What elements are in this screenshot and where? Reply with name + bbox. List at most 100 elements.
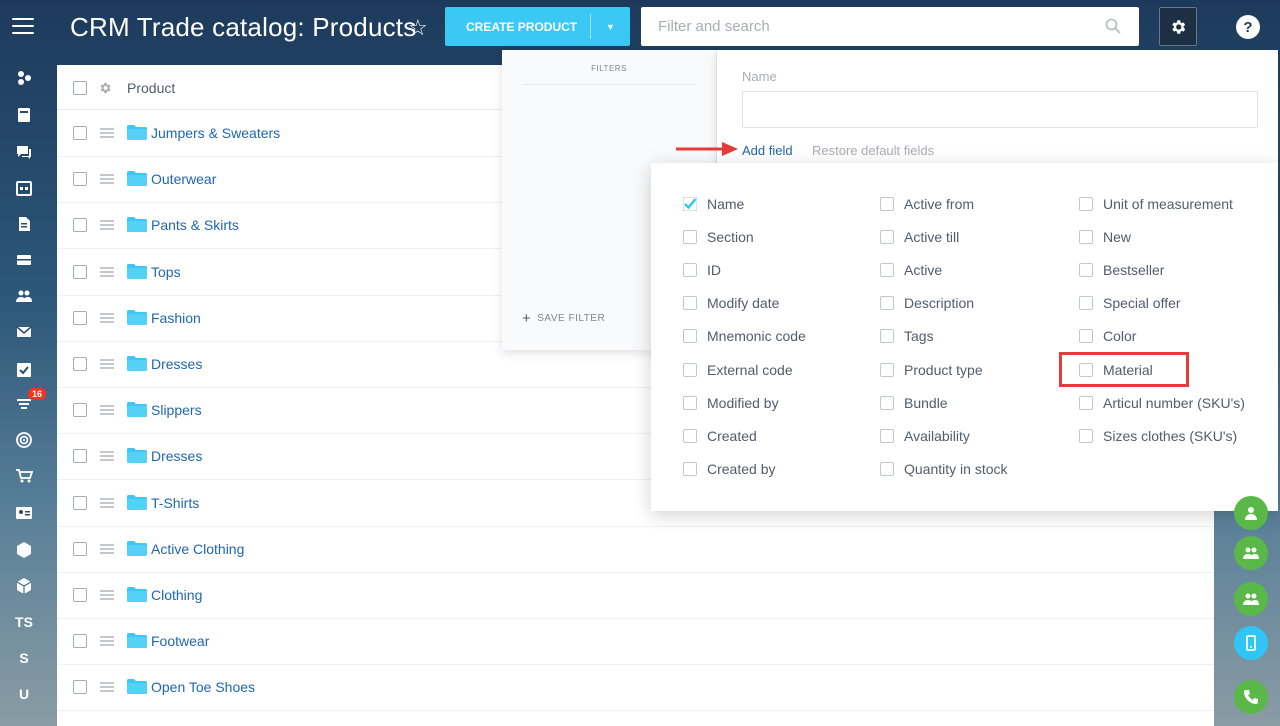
- drag-handle-icon[interactable]: [100, 405, 114, 416]
- create-product-button[interactable]: CREATE PRODUCT ▼: [445, 7, 630, 46]
- search-input[interactable]: [641, 7, 1081, 46]
- field-option-modified-by[interactable]: Modified by: [683, 393, 779, 413]
- row-checkbox[interactable]: [73, 541, 87, 556]
- field-option-created[interactable]: Created: [683, 426, 757, 446]
- checkbox[interactable]: [683, 461, 697, 476]
- checkbox[interactable]: [880, 263, 894, 278]
- field-option-bestseller[interactable]: Bestseller: [1079, 260, 1164, 280]
- nav-documents-icon[interactable]: [0, 206, 48, 242]
- nav-calendar-icon[interactable]: [0, 170, 48, 206]
- drag-handle-icon[interactable]: [100, 543, 114, 554]
- row-checkbox[interactable]: [73, 357, 87, 371]
- team-icon[interactable]: [1234, 582, 1268, 616]
- drag-handle-icon[interactable]: [100, 636, 114, 647]
- help-icon[interactable]: ?: [1236, 15, 1260, 39]
- checkbox[interactable]: [683, 296, 697, 311]
- field-option-id[interactable]: ID: [683, 260, 721, 280]
- field-option-section[interactable]: Section: [683, 227, 754, 247]
- drag-handle-icon[interactable]: [100, 359, 114, 369]
- phone-icon[interactable]: [1234, 680, 1268, 714]
- product-name-link[interactable]: Footwear: [151, 633, 209, 649]
- product-name-link[interactable]: T-Shirts: [151, 495, 199, 511]
- settings-button[interactable]: [1159, 7, 1197, 46]
- menu-icon[interactable]: [12, 18, 34, 36]
- checkbox[interactable]: [880, 230, 894, 245]
- nav-mail-icon[interactable]: [0, 314, 48, 350]
- checkbox[interactable]: [683, 428, 697, 443]
- nav-chat-icon[interactable]: [0, 134, 48, 170]
- nav-item-s[interactable]: S: [0, 640, 48, 676]
- group-chat-icon[interactable]: [1234, 536, 1268, 570]
- field-option-quantity-in-stock[interactable]: Quantity in stock: [880, 459, 1008, 479]
- contact-icon[interactable]: [1234, 496, 1268, 530]
- drag-handle-icon[interactable]: [100, 266, 114, 277]
- drag-handle-icon[interactable]: [100, 128, 114, 138]
- row-checkbox[interactable]: [73, 264, 87, 279]
- product-name-link[interactable]: Dresses: [151, 448, 202, 464]
- product-name-link[interactable]: Outerwear: [151, 171, 216, 187]
- nav-crm-icon[interactable]: 16: [0, 386, 48, 422]
- field-option-name[interactable]: Name: [682, 194, 744, 214]
- drag-handle-icon[interactable]: [100, 590, 114, 600]
- nav-item-ts[interactable]: TS: [0, 604, 48, 640]
- nav-shop-icon[interactable]: [0, 458, 48, 494]
- field-option-modify-date[interactable]: Modify date: [683, 293, 779, 313]
- checkbox[interactable]: [1079, 296, 1093, 311]
- column-settings-icon[interactable]: [98, 81, 112, 95]
- nav-item-u[interactable]: U: [0, 676, 48, 712]
- row-checkbox[interactable]: [73, 449, 87, 464]
- nav-box-icon[interactable]: [0, 532, 48, 568]
- field-option-active[interactable]: Active: [880, 260, 942, 280]
- drag-handle-icon[interactable]: [100, 312, 114, 323]
- checkbox[interactable]: [683, 230, 697, 245]
- row-checkbox[interactable]: [73, 403, 87, 418]
- nav-feed-icon[interactable]: [0, 60, 48, 96]
- nav-target-icon[interactable]: [0, 422, 48, 458]
- field-option-active-from[interactable]: Active from: [880, 194, 974, 214]
- name-field[interactable]: [742, 91, 1258, 128]
- product-name-link[interactable]: Pants & Skirts: [151, 217, 239, 233]
- checkbox[interactable]: [880, 362, 894, 377]
- drag-handle-icon[interactable]: [100, 497, 114, 508]
- row-checkbox[interactable]: [73, 126, 87, 140]
- field-option-tags[interactable]: Tags: [880, 326, 934, 346]
- field-option-articul-number-sku-s[interactable]: Articul number (SKU's): [1079, 393, 1245, 413]
- chevron-down-icon[interactable]: ▼: [591, 22, 630, 32]
- checkbox-checked-icon[interactable]: [682, 196, 698, 212]
- drag-handle-icon[interactable]: [100, 682, 114, 693]
- checkbox[interactable]: [683, 362, 697, 377]
- row-checkbox[interactable]: [73, 634, 87, 649]
- product-name-link[interactable]: Jumpers & Sweaters: [151, 125, 280, 141]
- nav-contact-card-icon[interactable]: [0, 495, 48, 531]
- checkbox[interactable]: [880, 197, 894, 211]
- drag-handle-icon[interactable]: [100, 174, 114, 185]
- checkbox[interactable]: [880, 461, 894, 476]
- field-option-sizes-clothes-sku-s[interactable]: Sizes clothes (SKU's): [1079, 426, 1237, 446]
- field-option-color[interactable]: Color: [1079, 326, 1136, 346]
- checkbox[interactable]: [880, 296, 894, 311]
- checkbox[interactable]: [1079, 428, 1093, 443]
- nav-checklist-icon[interactable]: [0, 352, 48, 388]
- checkbox[interactable]: [1079, 329, 1093, 344]
- checkbox[interactable]: [1079, 230, 1093, 245]
- checkbox[interactable]: [880, 428, 894, 443]
- product-name-link[interactable]: Active Clothing: [151, 541, 244, 557]
- row-checkbox[interactable]: [73, 495, 87, 510]
- save-filter-button[interactable]: + SAVE FILTER: [522, 310, 605, 327]
- field-option-special-offer[interactable]: Special offer: [1079, 293, 1181, 313]
- nav-drive-icon[interactable]: [0, 242, 48, 278]
- restore-default-fields-link[interactable]: Restore default fields: [812, 143, 934, 158]
- field-option-external-code[interactable]: External code: [683, 360, 793, 380]
- checkbox[interactable]: [683, 329, 697, 344]
- nav-employees-icon[interactable]: [0, 278, 48, 314]
- table-row[interactable]: Open Toe Shoes: [57, 665, 1214, 712]
- row-checkbox[interactable]: [73, 310, 87, 325]
- product-name-link[interactable]: Open Toe Shoes: [151, 679, 255, 695]
- checkbox[interactable]: [1079, 263, 1093, 278]
- nav-package-icon[interactable]: [0, 568, 48, 604]
- search-icon[interactable]: [1105, 18, 1121, 34]
- field-option-availability[interactable]: Availability: [880, 426, 970, 446]
- field-option-bundle[interactable]: Bundle: [880, 393, 948, 413]
- row-checkbox[interactable]: [73, 588, 87, 602]
- field-option-unit-of-measurement[interactable]: Unit of measurement: [1079, 194, 1233, 214]
